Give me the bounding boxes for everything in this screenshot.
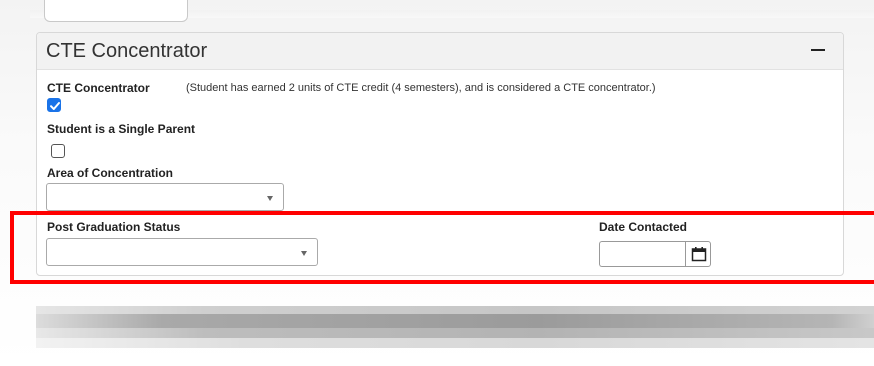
blurred-band-4 [36, 338, 874, 348]
blurred-band-1 [36, 306, 874, 314]
blurred-band-3 [36, 328, 874, 338]
area-of-concentration-select[interactable] [46, 183, 284, 211]
checkmark-icon [50, 102, 60, 110]
panel-title: CTE Concentrator [46, 40, 208, 62]
single-parent-checkbox[interactable] [51, 144, 65, 158]
previous-field-input[interactable] [44, 0, 188, 22]
cte-concentrator-description: (Student has earned 2 units of CTE credi… [186, 82, 656, 94]
highlight-annotation [10, 211, 874, 284]
area-of-concentration-label: Area of Concentration [47, 166, 174, 180]
single-parent-label: Student is a Single Parent [47, 122, 196, 136]
blurred-band-2 [36, 314, 874, 328]
chevron-down-icon [267, 196, 273, 201]
minus-icon[interactable] [811, 49, 825, 51]
cte-concentrator-checkbox[interactable] [47, 98, 61, 112]
panel-header: CTE Concentrator [37, 33, 843, 70]
cte-concentrator-label: CTE Concentrator [47, 81, 150, 95]
